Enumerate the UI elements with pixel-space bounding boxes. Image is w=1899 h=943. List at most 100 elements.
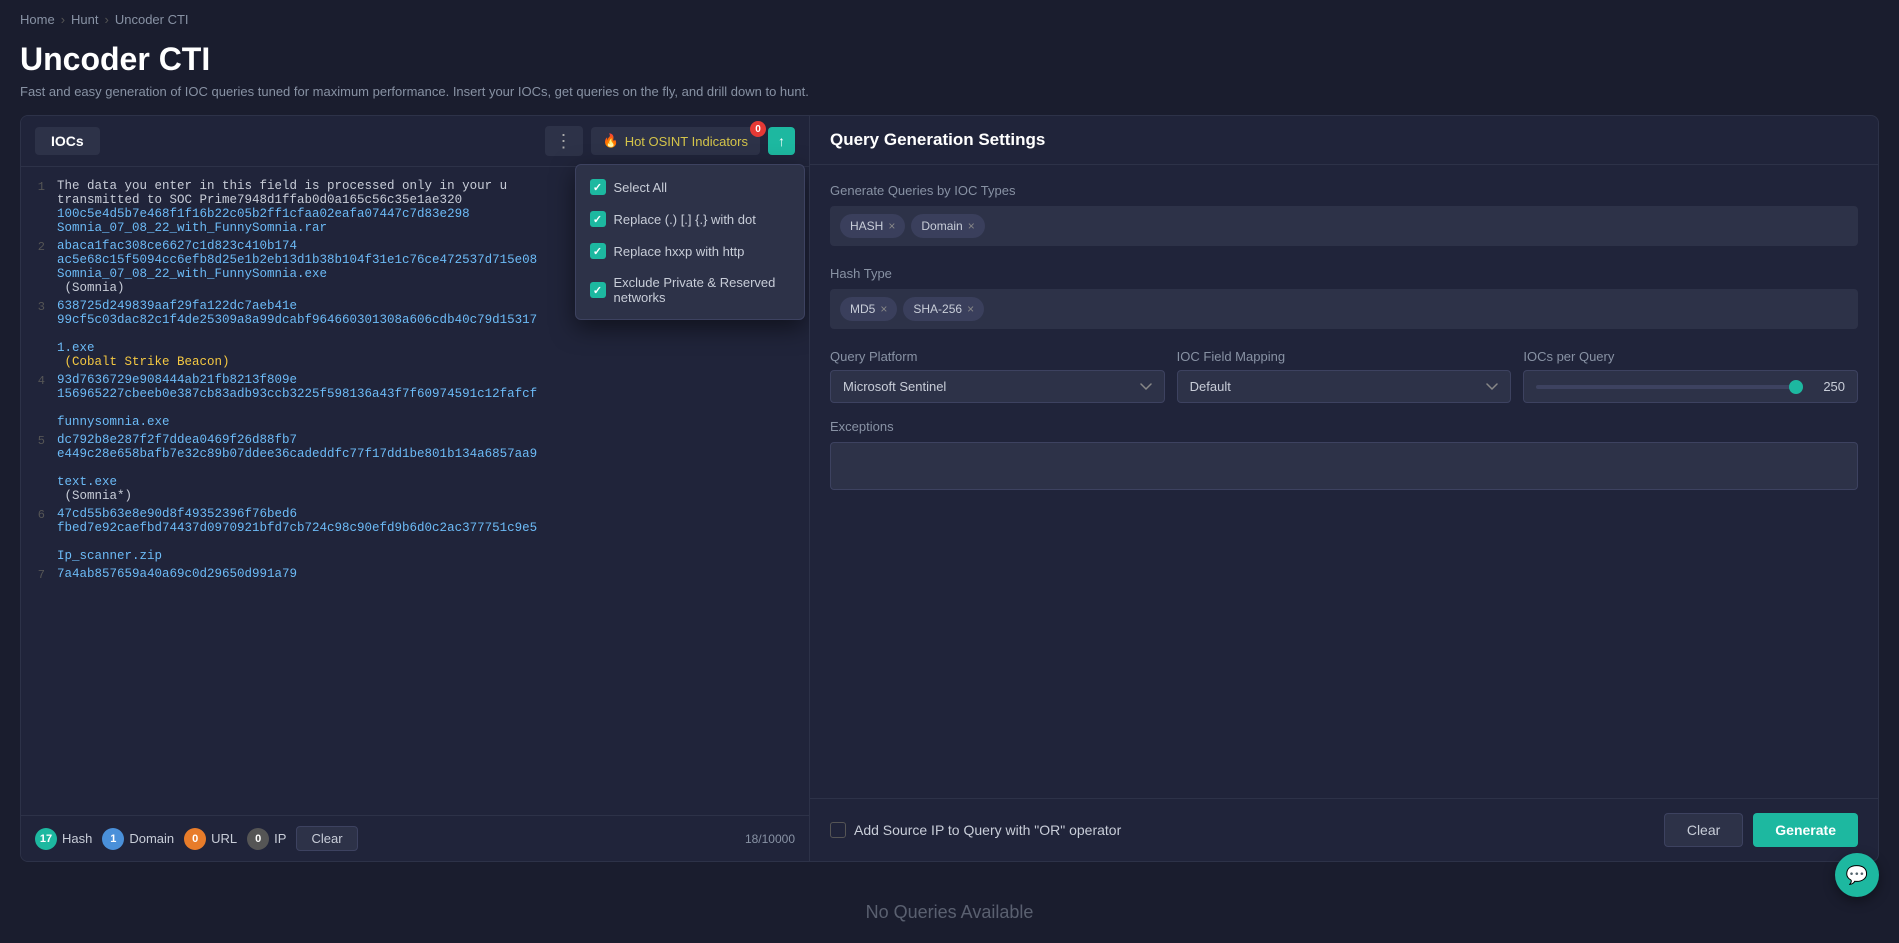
line-part: 1.exe xyxy=(57,341,95,355)
breadcrumb-current: Uncoder CTI xyxy=(115,12,189,27)
ip-count-badge: 0 IP xyxy=(247,828,286,850)
hash-type-label: Hash Type xyxy=(830,266,1858,281)
hash-badge-circle: 17 xyxy=(35,828,57,850)
iocs-per-query-label: IOCs per Query xyxy=(1523,349,1858,364)
replace-hxxp-item[interactable]: Replace hxxp with http xyxy=(576,235,804,267)
sha256-tag[interactable]: SHA-256 × xyxy=(903,297,984,321)
line-number: 1 xyxy=(21,179,57,235)
domain-tag-close[interactable]: × xyxy=(968,219,975,233)
flame-icon: 🔥 xyxy=(603,133,619,149)
line-part: dc792b8e287f2f7ddea0469f26d88fb7 xyxy=(57,433,297,447)
url-count-badge: 0 URL xyxy=(184,828,237,850)
char-count: 18/10000 xyxy=(745,832,795,846)
hash-tag-close[interactable]: × xyxy=(888,219,895,233)
generate-button[interactable]: Generate xyxy=(1753,813,1858,847)
hash-count-badge: 17 Hash xyxy=(35,828,92,850)
breadcrumb-sep2: › xyxy=(105,12,109,27)
line-content: 47cd55b63e8e90d8f49352396f76bed6 fbed7e9… xyxy=(57,507,809,563)
select-all-checkbox xyxy=(590,179,606,195)
ioc-types-tags: HASH × Domain × xyxy=(830,206,1858,246)
ioc-panel: IOCs ⋮ Select All Replace (.) [.] {.} wi… xyxy=(20,115,810,862)
line-part: fbed7e92caefbd74437d0970921bfd7cb724c98c… xyxy=(57,521,537,535)
exclude-private-item[interactable]: Exclude Private & Reserved networks xyxy=(576,267,804,313)
sha256-tag-close[interactable]: × xyxy=(967,302,974,316)
hash-type-tags: MD5 × SHA-256 × xyxy=(830,289,1858,329)
line-part: The data you enter in this field is proc… xyxy=(57,179,507,193)
breadcrumb: Home › Hunt › Uncoder CTI xyxy=(0,0,1899,33)
line-number: 5 xyxy=(21,433,57,503)
breadcrumb-home[interactable]: Home xyxy=(20,12,55,27)
no-queries-label: No Queries Available xyxy=(866,902,1034,922)
domain-label: Domain xyxy=(129,831,174,846)
line-part: 7a4ab857659a40a69c0d29650d991a79 xyxy=(57,567,297,581)
source-ip-row: Add Source IP to Query with "OR" operato… xyxy=(830,822,1121,838)
line-content: dc792b8e287f2f7ddea0469f26d88fb7 e449c28… xyxy=(57,433,809,503)
slider-thumb[interactable] xyxy=(1789,380,1803,394)
settings-panel: Query Generation Settings Generate Queri… xyxy=(810,115,1879,862)
domain-tag[interactable]: Domain × xyxy=(911,214,984,238)
footer-buttons: Clear Generate xyxy=(1664,813,1858,847)
line-part: text.exe xyxy=(57,475,117,489)
export-button[interactable]: ↑ xyxy=(768,127,795,155)
hot-osint-badge: 0 xyxy=(750,121,766,137)
ioc-clear-button[interactable]: Clear xyxy=(296,826,357,851)
source-ip-label: Add Source IP to Query with "OR" operato… xyxy=(854,822,1121,838)
ip-badge-circle: 0 xyxy=(247,828,269,850)
exceptions-input[interactable] xyxy=(830,442,1858,490)
line-number: 6 xyxy=(21,507,57,563)
line-part: (Somnia) xyxy=(57,281,125,295)
line-part: e449c28e658bafb7e32c89b07ddee36cadeddfc7… xyxy=(57,447,537,461)
ioc-line: 647cd55b63e8e90d8f49352396f76bed6 fbed7e… xyxy=(21,505,809,565)
main-content: IOCs ⋮ Select All Replace (.) [.] {.} wi… xyxy=(0,115,1899,882)
settings-clear-button[interactable]: Clear xyxy=(1664,813,1743,847)
replace-hxxp-checkbox xyxy=(590,243,606,259)
line-part xyxy=(57,401,87,415)
line-part: 99cf5c03dac82c1f4de25309a8a99dcabf964660… xyxy=(57,313,537,327)
hot-osint-button[interactable]: 🔥 Hot OSINT Indicators 0 xyxy=(591,127,761,155)
line-part: 156965227cbeeb0e387cb83adb93ccb3225f5981… xyxy=(57,387,537,401)
select-all-item[interactable]: Select All xyxy=(576,171,804,203)
query-platform-group: Query Platform Microsoft Sentinel Splunk… xyxy=(830,349,1165,403)
replace-dot-checkbox xyxy=(590,211,606,227)
line-part xyxy=(57,461,87,475)
line-part: 638725d249839aaf29fa122dc7aeb41e xyxy=(57,299,297,313)
breadcrumb-sep1: › xyxy=(61,12,65,27)
ip-label: IP xyxy=(274,831,286,846)
ioc-header: IOCs ⋮ Select All Replace (.) [.] {.} wi… xyxy=(21,116,809,167)
line-part: funnysomnia.exe xyxy=(57,415,170,429)
query-platform-select[interactable]: Microsoft Sentinel Splunk Elastic QRadar xyxy=(830,370,1165,403)
replace-dot-item[interactable]: Replace (.) [.] {.} with dot xyxy=(576,203,804,235)
chat-button[interactable]: 💬 xyxy=(1835,853,1879,897)
line-part: (Somnia*) xyxy=(57,489,132,503)
line-number: 7 xyxy=(21,567,57,583)
settings-header: Query Generation Settings xyxy=(810,116,1878,165)
slider-value: 250 xyxy=(1815,379,1845,394)
replace-dot-label: Replace (.) [.] {.} with dot xyxy=(614,212,756,227)
line-number: 3 xyxy=(21,299,57,369)
source-ip-checkbox[interactable] xyxy=(830,822,846,838)
page-header: Uncoder CTI Fast and easy generation of … xyxy=(0,33,1899,115)
md5-tag[interactable]: MD5 × xyxy=(840,297,897,321)
md5-tag-close[interactable]: × xyxy=(880,302,887,316)
domain-count-badge: 1 Domain xyxy=(102,828,174,850)
line-content: 93d7636729e908444ab21fb8213f809e 1569652… xyxy=(57,373,809,429)
hash-tag[interactable]: HASH × xyxy=(840,214,905,238)
line-part: transmitted to SOC Prime7948d1ffab0d0a16… xyxy=(57,193,462,207)
bottom-section: No Queries Available xyxy=(0,882,1899,943)
page-subtitle: Fast and easy generation of IOC queries … xyxy=(20,84,1879,99)
settings-footer: Add Source IP to Query with "OR" operato… xyxy=(810,798,1878,861)
url-badge-circle: 0 xyxy=(184,828,206,850)
line-content: 7a4ab857659a40a69c0d29650d991a79 xyxy=(57,567,809,583)
url-label: URL xyxy=(211,831,237,846)
dropdown-menu: Select All Replace (.) [.] {.} with dot … xyxy=(575,164,805,320)
sha256-tag-label: SHA-256 xyxy=(913,302,962,316)
ioc-types-label: Generate Queries by IOC Types xyxy=(830,183,1858,198)
select-all-label: Select All xyxy=(614,180,667,195)
breadcrumb-hunt[interactable]: Hunt xyxy=(71,12,98,27)
ioc-actions: ⋮ Select All Replace (.) [.] {.} with do… xyxy=(545,126,796,156)
options-button[interactable]: ⋮ xyxy=(545,126,583,156)
ioc-field-mapping-select[interactable]: Default Custom xyxy=(1177,370,1512,403)
line-part: Ip_scanner.zip xyxy=(57,549,162,563)
line-number: 2 xyxy=(21,239,57,295)
hot-osint-label: Hot OSINT Indicators xyxy=(625,134,748,149)
